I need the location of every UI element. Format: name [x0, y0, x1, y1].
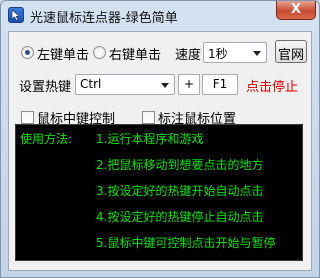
hotkey-key-input[interactable]: F1 [202, 74, 238, 95]
official-site-label: 官网 [277, 48, 304, 63]
window-title: 光速鼠标连点器-绿色简单 [30, 11, 178, 26]
speed-select[interactable]: 1秒 [203, 42, 267, 63]
speed-label: 速度 [175, 48, 202, 63]
instructions-heading: 使用方法: [20, 132, 73, 146]
instruction-step: 1.运行本程序和游戏 [96, 132, 204, 146]
hotkey-label: 设置热键 [19, 80, 72, 95]
instructions-panel: 使用方法: 1.运行本程序和游戏 2.把鼠标移动到想要点击的地方 3.按设定好的… [15, 124, 303, 261]
title-bar[interactable]: 光速鼠标连点器-绿色简单 X [1, 1, 319, 31]
app-window: 光速鼠标连点器-绿色简单 X 左键单击 右键单击 速度 1秒 官网 设置热键 C… [0, 0, 320, 278]
middle-button-control-checkbox[interactable] [21, 111, 34, 124]
instruction-step: 3.按设定好的热键开始自动点击 [96, 184, 264, 198]
speed-value: 1秒 [208, 47, 228, 61]
radio-selected-dot [25, 50, 30, 55]
right-click-radio[interactable] [93, 46, 106, 59]
hotkey-modifier-value: Ctrl [80, 77, 102, 91]
chevron-down-icon [253, 51, 261, 56]
left-click-label[interactable]: 左键单击 [37, 44, 89, 63]
instruction-step: 2.把鼠标移动到想要点击的地方 [96, 158, 264, 172]
right-click-label[interactable]: 右键单击 [109, 44, 161, 63]
hotkey-key-value: F1 [212, 77, 228, 91]
mark-mouse-position-checkbox[interactable] [142, 111, 155, 124]
hotkey-plus-sign: + [183, 77, 195, 91]
hotkey-plus-box: + [178, 74, 200, 95]
hotkey-status-text: 点击停止 [246, 80, 299, 95]
left-click-radio[interactable] [21, 46, 34, 59]
chevron-down-icon [161, 83, 169, 88]
instruction-step: 4.按设定好的热键停止自动点击 [96, 210, 264, 224]
official-site-button[interactable]: 官网 [275, 40, 307, 63]
instruction-step: 5.鼠标中键可控制点击开始与暂停 [96, 236, 276, 250]
close-button[interactable]: X [276, 1, 316, 20]
app-cursor-icon [8, 7, 24, 23]
hotkey-modifier-select[interactable]: Ctrl [75, 74, 175, 95]
close-icon: X [290, 2, 302, 17]
